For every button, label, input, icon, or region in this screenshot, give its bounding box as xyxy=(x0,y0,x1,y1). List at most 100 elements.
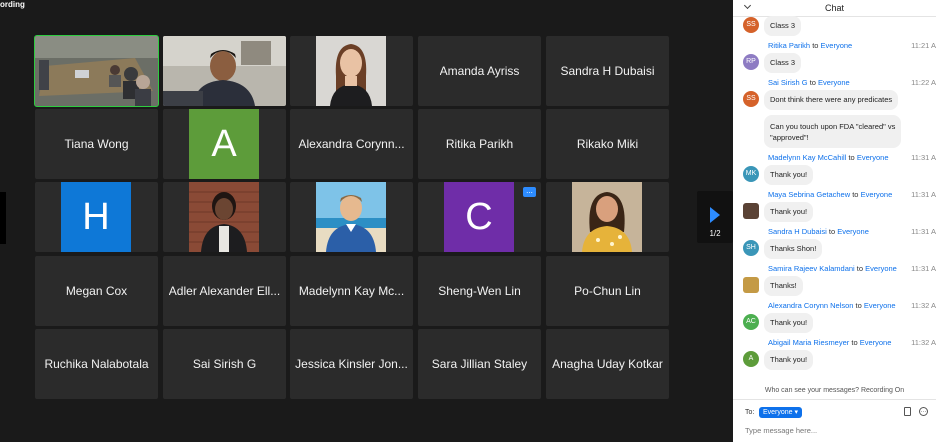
participant-avatar: C xyxy=(444,182,514,252)
divider xyxy=(733,399,936,400)
message-bubble: Class 3 xyxy=(764,16,802,36)
recipient-name: Everyone xyxy=(856,153,889,162)
message-timestamp: 11:22 A xyxy=(911,78,936,87)
sender-name[interactable]: Abigail Maria Riesmeyer xyxy=(768,338,849,347)
message-timestamp: 11:31 A xyxy=(911,227,936,236)
participant-tile[interactable]: Alexandra Corynn... xyxy=(290,109,413,179)
message-header: Sandra H Dubaisi to Everyone xyxy=(768,227,869,236)
message-bubble: Thanks Shon! xyxy=(764,239,823,259)
chat-title: Chat xyxy=(824,3,844,13)
video-feed-image xyxy=(316,36,386,106)
participant-avatar: H xyxy=(61,182,131,252)
participant-video[interactable] xyxy=(163,182,286,252)
recipient-select[interactable]: Everyone ▾ xyxy=(759,407,803,418)
sender-name[interactable]: Sai Sirish G xyxy=(768,78,808,87)
sender-avatar: SS xyxy=(743,17,759,33)
participant-tile[interactable]: Sandra H Dubaisi xyxy=(546,36,669,106)
who-can-see-link[interactable]: Who can see your messages? Recording On xyxy=(733,387,936,394)
participant-name: Jessica Kinsler Jon... xyxy=(295,357,408,371)
participant-tile[interactable]: Ritika Parikh xyxy=(418,109,541,179)
participant-tile[interactable]: Amanda Ayriss xyxy=(418,36,541,106)
participant-tile[interactable]: Jessica Kinsler Jon... xyxy=(290,329,413,399)
participant-tile[interactable]: C... xyxy=(418,182,541,252)
participant-tile[interactable]: Ruchika Nalabotala xyxy=(35,329,158,399)
recipient-name: Everyone xyxy=(860,190,893,199)
participant-tile[interactable]: Sara Jillian Staley xyxy=(418,329,541,399)
participant-tile[interactable]: Anagha Uday Kotkar xyxy=(546,329,669,399)
participant-name: Sara Jillian Staley xyxy=(431,357,528,371)
participant-tile[interactable]: Sheng-Wen Lin xyxy=(418,256,541,326)
to-word: to xyxy=(807,78,819,87)
participant-video[interactable] xyxy=(163,36,286,106)
recipient-name: Everyone xyxy=(818,78,850,87)
message-bubble: Thank you! xyxy=(764,350,814,370)
participant-tile[interactable]: Adler Alexander Ell... xyxy=(163,256,286,326)
more-options-icon[interactable]: … xyxy=(919,407,928,416)
video-feed-image xyxy=(572,182,642,252)
more-options-button[interactable]: ... xyxy=(523,187,536,197)
to-word: to xyxy=(854,264,866,273)
to-label: To: xyxy=(745,409,755,416)
participant-avatar: A xyxy=(189,109,259,179)
participant-video[interactable] xyxy=(290,36,413,106)
video-feed-image xyxy=(163,36,286,106)
to-word: to xyxy=(846,153,857,162)
sender-avatar xyxy=(743,277,759,293)
sender-name[interactable]: Sandra H Dubaisi xyxy=(768,227,827,236)
participant-tile[interactable]: A xyxy=(163,109,286,179)
sender-name[interactable]: Ritika Parikh xyxy=(768,41,810,50)
participant-name: Amanda Ayriss xyxy=(439,64,520,78)
sender-name[interactable]: Alexandra Corynn Nelson xyxy=(768,301,853,310)
sender-name[interactable]: Maya Sebrina Getachew xyxy=(768,190,850,199)
message-timestamp: 11:31 A xyxy=(911,190,936,199)
message-bubble: Thank you! xyxy=(764,313,814,333)
participant-name: Alexandra Corynn... xyxy=(298,137,405,151)
message-timestamp: 11:32 A xyxy=(911,338,936,347)
participant-name: Madelynn Kay Mc... xyxy=(298,284,405,298)
active-speaker-video[interactable] xyxy=(34,35,159,107)
participant-tile[interactable]: Tiana Wong xyxy=(35,109,158,179)
recipient-name: Everyone xyxy=(820,41,853,50)
message-text: "approved"! xyxy=(770,132,809,142)
sender-avatar: AC xyxy=(743,314,759,330)
video-feed-image xyxy=(35,36,158,106)
message-text: Can you touch upon FDA "cleared" vs xyxy=(770,121,896,131)
participant-name: Ruchika Nalabotala xyxy=(44,357,149,371)
participant-tile[interactable]: Po-Chun Lin xyxy=(546,256,669,326)
message-header: Ritika Parikh to Everyone xyxy=(768,41,852,50)
message-header: Samira Rajeev Kalamdani to Everyone xyxy=(768,264,897,273)
to-word: to xyxy=(850,190,861,199)
sender-avatar: SS xyxy=(743,91,759,107)
sender-avatar: MK xyxy=(743,166,759,182)
participant-name: Megan Cox xyxy=(65,284,128,298)
participant-name: Rikako Miki xyxy=(576,137,639,151)
participant-tile[interactable]: H xyxy=(35,182,158,252)
participant-tile[interactable]: Megan Cox xyxy=(35,256,158,326)
next-arrow-icon xyxy=(710,207,720,223)
chat-panel: Chat SS Class 3 Ritika Parikh to Everyone 1… xyxy=(733,0,936,442)
file-icon[interactable] xyxy=(904,407,911,416)
to-word: to xyxy=(849,338,860,347)
message-input[interactable] xyxy=(745,425,925,435)
sender-name[interactable]: Madelynn Kay McCahill xyxy=(768,153,846,162)
recipient-name: Everyone xyxy=(837,227,869,236)
sender-name[interactable]: Samira Rajeev Kalamdani xyxy=(768,264,855,273)
message-bubble: Class 3 xyxy=(764,53,802,73)
participant-tile[interactable]: Sai Sirish G xyxy=(163,329,286,399)
sender-avatar xyxy=(743,203,759,219)
message-bubble: Dont think there were any predicates xyxy=(764,90,899,110)
side-panel-handle[interactable] xyxy=(0,192,6,244)
message-timestamp: 11:31 A xyxy=(911,264,936,273)
message-header: Abigail Maria Riesmeyer to Everyone xyxy=(768,338,891,347)
participant-tile[interactable]: Madelynn Kay Mc... xyxy=(290,256,413,326)
participant-tile[interactable]: Rikako Miki xyxy=(546,109,669,179)
participant-video[interactable] xyxy=(290,182,413,252)
to-word: to xyxy=(826,227,838,236)
recording-indicator: ording xyxy=(0,0,25,9)
message-bubble: Thanks! xyxy=(764,276,803,296)
recipient-name: Everyone xyxy=(859,338,892,347)
next-page-button[interactable]: 1/2 xyxy=(697,191,733,243)
participant-name: Tiana Wong xyxy=(64,137,129,151)
participant-video[interactable] xyxy=(546,182,669,252)
message-header: Alexandra Corynn Nelson to Everyone xyxy=(768,301,896,310)
